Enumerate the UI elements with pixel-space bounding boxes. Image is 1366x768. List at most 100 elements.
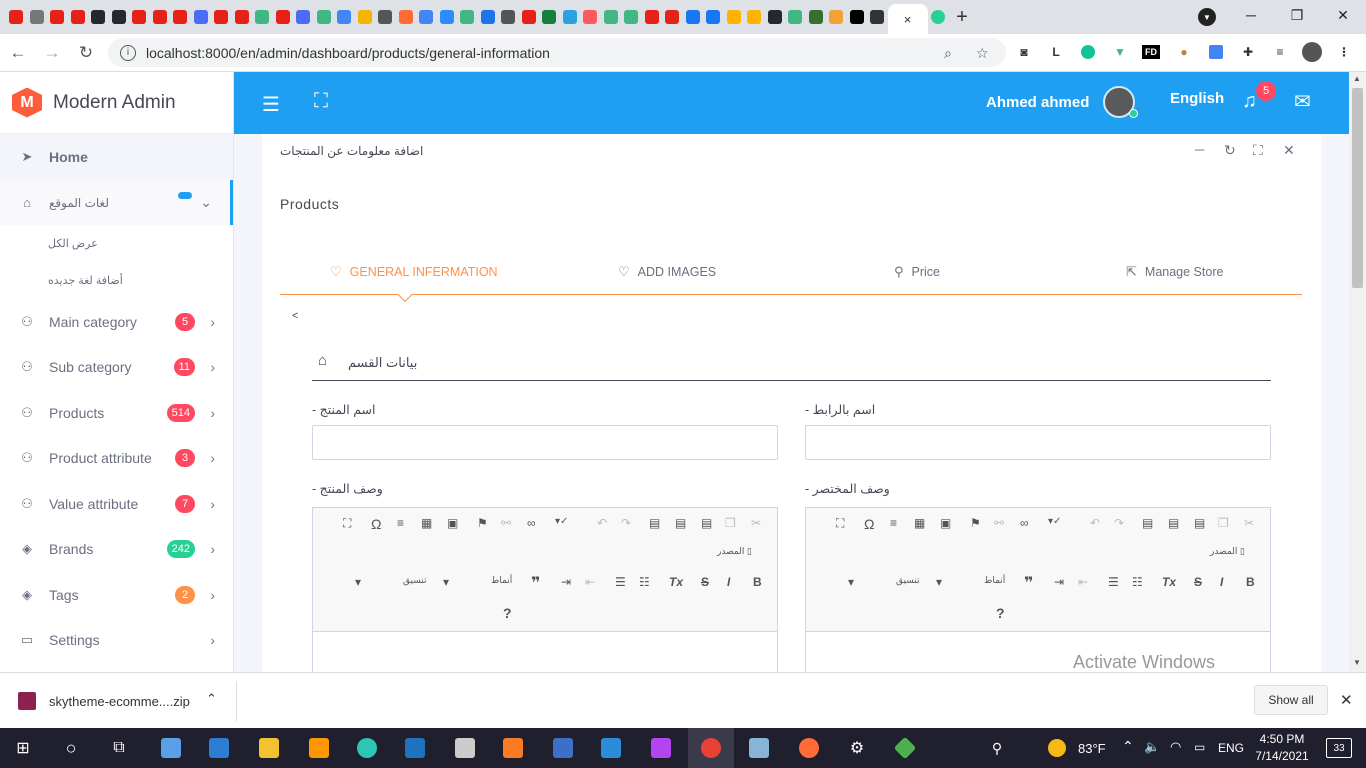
sidebar-item-products[interactable]: ⚇ Products 514 ›	[0, 390, 233, 436]
sidebar-subitem-add-language[interactable]: أضافة لغة جديده	[0, 262, 233, 299]
format-dropdown[interactable]: تنسيق	[403, 575, 426, 586]
indent-icon[interactable]: ⇥	[561, 575, 571, 589]
help-icon[interactable]: ?	[996, 605, 1005, 621]
tab-favicon[interactable]	[642, 0, 663, 34]
bulleted-list-icon[interactable]: ☰	[615, 575, 626, 589]
sidebar-item-tags[interactable]: ◈ Tags 2 ›	[0, 572, 233, 618]
sidebar-item-brands[interactable]: ◈ Brands 242 ›	[0, 527, 233, 573]
expand-icon[interactable]: ⛶	[1253, 142, 1263, 159]
paste-word-icon[interactable]: ▤	[1142, 516, 1153, 530]
image-icon[interactable]: ▣	[447, 516, 458, 530]
tab-favicon[interactable]	[744, 0, 765, 34]
user-name[interactable]: Ahmed ahmed	[986, 94, 1089, 111]
close-window-icon[interactable]: ✕	[1320, 0, 1366, 30]
styles-dropdown[interactable]: أنماط	[984, 575, 1005, 586]
format-dropdown[interactable]: تنسيق	[896, 575, 919, 586]
sidebar-item-settings[interactable]: ▭ Settings ›	[0, 618, 233, 664]
reload-card-icon[interactable]: ↻	[1224, 142, 1236, 159]
sublime-text-icon[interactable]	[296, 728, 342, 768]
dropdown-arrow-icon[interactable]: ▾	[848, 575, 854, 589]
maximize-icon[interactable]: ⛶	[343, 516, 351, 531]
remove-format-icon[interactable]: Tx	[1162, 575, 1176, 589]
tab-favicon[interactable]	[129, 0, 150, 34]
tab-favicon[interactable]	[232, 0, 253, 34]
tab-favicon[interactable]	[211, 0, 232, 34]
tab-favicon[interactable]	[47, 0, 68, 34]
tab-favicon[interactable]	[334, 0, 355, 34]
tab-favicon[interactable]	[396, 0, 417, 34]
redo-icon[interactable]: ↷	[621, 516, 631, 530]
horizontal-line-icon[interactable]: ≡	[397, 516, 404, 530]
clock-date[interactable]: 7/14/2021	[1252, 749, 1312, 763]
phpstorm-icon[interactable]	[638, 728, 684, 768]
scroll-up-icon[interactable]: ▲	[1353, 74, 1361, 83]
bookmark-star-icon[interactable]: ☆	[976, 45, 989, 62]
windows-start-icon[interactable]: ⊞	[0, 728, 46, 768]
sidebar-item-home[interactable]: ➤ Home	[0, 134, 233, 180]
notepad-icon[interactable]	[736, 728, 782, 768]
unlink-icon[interactable]: ⚯	[501, 516, 511, 530]
collapse-icon[interactable]: ─	[1195, 142, 1204, 157]
page-scrollbar[interactable]: ▲ ▼	[1349, 72, 1366, 672]
bold-icon[interactable]: B	[753, 575, 762, 589]
undo-icon[interactable]: ↶	[1090, 516, 1100, 530]
reload-icon[interactable]: ↻	[70, 37, 102, 69]
paste-icon[interactable]: ▤	[701, 516, 712, 530]
outdent-icon[interactable]: ⇤	[1078, 575, 1088, 589]
tab-favicon[interactable]	[601, 0, 622, 34]
mail-app-icon[interactable]	[196, 728, 242, 768]
table-icon[interactable]: ▦	[421, 516, 432, 530]
weather-temp[interactable]: 83°F	[1078, 741, 1106, 756]
profile-avatar-icon[interactable]	[1302, 42, 1322, 62]
battery-icon[interactable]: ▭	[1194, 740, 1205, 754]
tab-manage-store[interactable]: ⇱ Manage Store	[1126, 264, 1223, 280]
people-icon[interactable]: ⚲	[974, 728, 1020, 768]
tab-favicon[interactable]	[68, 0, 89, 34]
active-tab[interactable]: ×	[887, 4, 928, 34]
tab-favicon[interactable]	[683, 0, 704, 34]
tab-favicon[interactable]	[724, 0, 745, 34]
volume-icon[interactable]: 🔈	[1144, 739, 1160, 755]
scrollbar-thumb[interactable]	[1352, 88, 1363, 288]
close-download-bar-icon[interactable]: ✕	[1340, 691, 1353, 709]
tab-add-images[interactable]: ♡ ADD IMAGES	[618, 264, 716, 280]
bell-icon[interactable]: ♫	[1242, 90, 1257, 113]
tab-favicon[interactable]	[662, 0, 683, 34]
menu-toggle-icon[interactable]: ☰	[262, 92, 280, 117]
mail-icon[interactable]: ✉	[1294, 89, 1311, 114]
table-icon[interactable]: ▦	[914, 516, 925, 530]
search-icon[interactable]: ○	[48, 728, 94, 768]
copy-icon[interactable]: ❐	[1218, 516, 1229, 530]
clock-time[interactable]: 4:50 PM	[1252, 732, 1312, 746]
back-arrow-icon[interactable]: ←	[2, 37, 34, 69]
vscode-icon[interactable]	[588, 728, 634, 768]
sidebar-item-product-attribute[interactable]: ⚇ Product attribute 3 ›	[0, 436, 233, 482]
vue-devtools-icon[interactable]: ▼	[1110, 43, 1130, 61]
special-char-icon[interactable]: Ω	[371, 516, 381, 532]
cut-icon[interactable]: ✂	[751, 516, 761, 530]
settings-gear-icon[interactable]: ⚙	[834, 728, 880, 768]
forward-arrow-icon[interactable]: →	[36, 37, 68, 69]
paste-word-icon[interactable]: ▤	[649, 516, 660, 530]
show-all-button[interactable]: Show all	[1254, 685, 1328, 715]
sidebar-item-languages[interactable]: ⌂ لغات الموقع ⌄	[0, 180, 233, 225]
image-icon[interactable]: ▣	[940, 516, 951, 530]
tab-favicon[interactable]	[6, 0, 27, 34]
tab-favicon[interactable]	[580, 0, 601, 34]
extension-fd-icon[interactable]: FD	[1142, 45, 1160, 59]
git-icon[interactable]	[882, 728, 928, 768]
back-arrow[interactable]: <	[292, 310, 298, 322]
profile-dropdown-icon[interactable]: ▼	[1198, 8, 1216, 26]
tab-favicon[interactable]	[416, 0, 437, 34]
tab-favicon[interactable]	[191, 0, 212, 34]
tab-favicon[interactable]	[867, 0, 888, 34]
source-button[interactable]: المصدر ▯	[1210, 546, 1245, 557]
strikethrough-icon[interactable]: S	[1194, 575, 1202, 589]
sidebar-item-main-category[interactable]: ⚇ Main category 5 ›	[0, 299, 233, 345]
tab-favicon[interactable]	[560, 0, 581, 34]
bold-icon[interactable]: B	[1246, 575, 1255, 589]
italic-icon[interactable]: I	[1220, 575, 1223, 589]
link-icon[interactable]: ∞	[1020, 516, 1029, 530]
copy-icon[interactable]: ❐	[725, 516, 736, 530]
tab-favicon[interactable]	[88, 0, 109, 34]
